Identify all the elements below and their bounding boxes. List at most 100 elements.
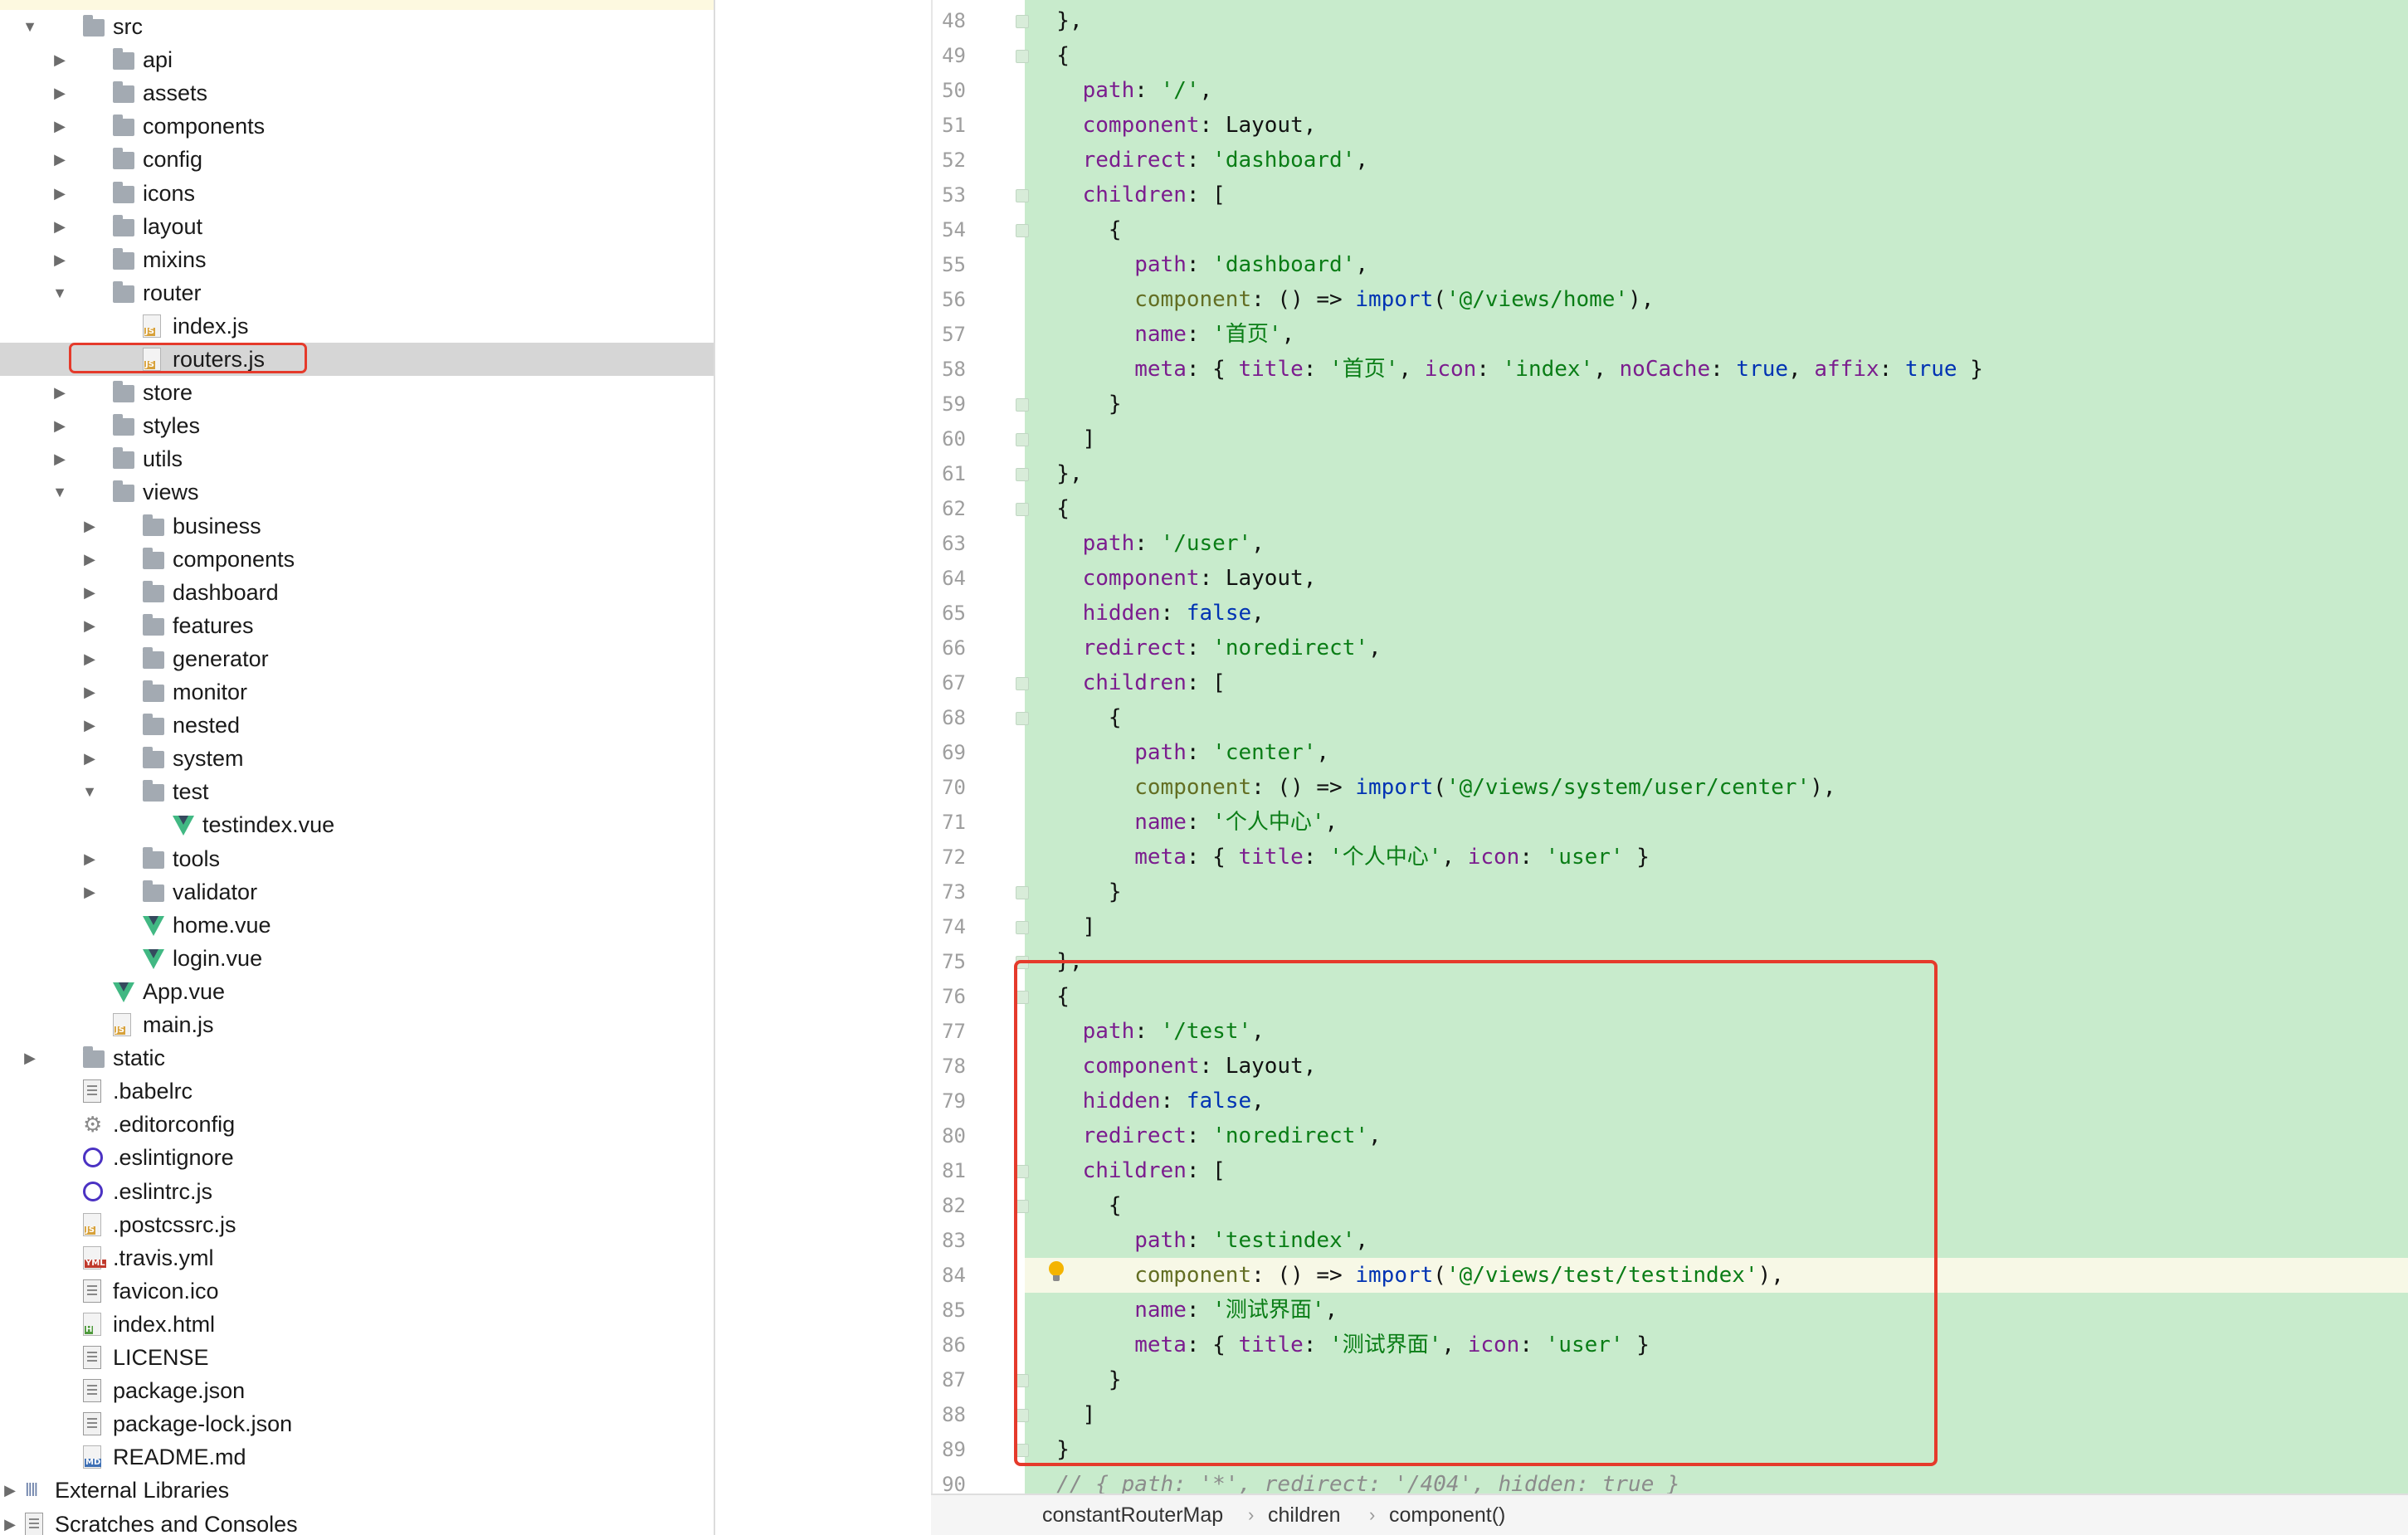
code-line[interactable]: { <box>1031 700 1122 735</box>
code-line[interactable]: component: Layout, <box>1031 108 1317 143</box>
fold-marker-icon[interactable] <box>1016 398 1029 412</box>
code-line[interactable]: name: '个人中心', <box>1031 805 1338 840</box>
chevron-right-icon[interactable]: ▶ <box>81 576 98 609</box>
tree-item-router[interactable]: ▼ router <box>0 276 714 309</box>
tree-item-config[interactable]: ▶ config <box>0 143 714 176</box>
tree-item-icons[interactable]: ▶ icons <box>0 177 714 210</box>
breadcrumb-item[interactable]: children <box>1268 1495 1341 1535</box>
chevron-right-icon[interactable]: ▶ <box>81 543 98 576</box>
code-line[interactable]: children: [ <box>1031 665 1226 700</box>
code-line[interactable]: meta: { title: '首页', icon: 'index', noCa… <box>1031 352 1983 387</box>
fold-marker-icon[interactable] <box>1016 921 1029 934</box>
chevron-down-icon[interactable]: ▼ <box>81 775 98 808</box>
tree-item-dashboard[interactable]: ▶ dashboard <box>0 576 714 609</box>
tree-item-monitor[interactable]: ▶ monitor <box>0 675 714 709</box>
chevron-right-icon[interactable]: ▶ <box>51 243 68 276</box>
tree-item-eslintignore[interactable]: .eslintignore <box>0 1141 714 1174</box>
tree-item-login-vue[interactable]: login.vue <box>0 942 714 975</box>
code-line[interactable]: hidden: false, <box>1031 596 1265 631</box>
chevron-right-icon[interactable]: ▶ <box>81 842 98 875</box>
breadcrumb-item[interactable]: constantRouterMap <box>1042 1495 1223 1535</box>
chevron-right-icon[interactable]: ▶ <box>51 43 68 76</box>
code-line[interactable]: path: 'center', <box>1031 735 1329 770</box>
tree-item-components[interactable]: ▶ components <box>0 543 714 576</box>
tree-item-main-js[interactable]: JS main.js <box>0 1008 714 1041</box>
tree-item-mixins[interactable]: ▶ mixins <box>0 243 714 276</box>
code-line[interactable]: path: 'dashboard', <box>1031 247 1368 282</box>
tree-item-src[interactable]: ▼ src <box>0 10 714 43</box>
chevron-right-icon[interactable]: ▶ <box>81 875 98 909</box>
code-line[interactable]: }, <box>1031 3 1082 38</box>
fold-marker-icon[interactable] <box>1016 224 1029 237</box>
chevron-right-icon[interactable]: ▶ <box>51 143 68 176</box>
chevron-right-icon[interactable]: ▶ <box>81 509 98 543</box>
tree-item-travis-yml[interactable]: YML .travis.yml <box>0 1241 714 1274</box>
tree-item-editorconfig[interactable]: ⚙ .editorconfig <box>0 1108 714 1141</box>
tree-item-views[interactable]: ▼ views <box>0 475 714 509</box>
code-line[interactable]: component: Layout, <box>1031 561 1317 596</box>
code-line[interactable]: path: '/', <box>1031 73 1213 108</box>
chevron-right-icon[interactable]: ▶ <box>22 1041 38 1074</box>
chevron-down-icon[interactable]: ▼ <box>22 10 38 43</box>
tree-item-static[interactable]: ▶ static <box>0 1041 714 1074</box>
tree-item-external-libraries[interactable]: ▶ ‖‖ External Libraries <box>0 1474 714 1507</box>
code-line[interactable]: { <box>1031 38 1070 73</box>
tree-item-eslintrc-js[interactable]: .eslintrc.js <box>0 1175 714 1208</box>
tree-item-assets[interactable]: ▶ assets <box>0 76 714 110</box>
tree-item-tools[interactable]: ▶ tools <box>0 842 714 875</box>
tree-item-app-vue[interactable]: App.vue <box>0 975 714 1008</box>
tree-item-layout[interactable]: ▶ layout <box>0 210 714 243</box>
chevron-down-icon[interactable]: ▼ <box>51 475 68 509</box>
chevron-right-icon[interactable]: ▶ <box>51 376 68 409</box>
code-line[interactable]: path: '/user', <box>1031 526 1265 561</box>
tree-item-nested[interactable]: ▶ nested <box>0 709 714 742</box>
code-line[interactable]: } <box>1031 875 1122 909</box>
tree-item-home-vue[interactable]: home.vue <box>0 909 714 942</box>
chevron-right-icon[interactable]: ▶ <box>81 709 98 742</box>
fold-marker-icon[interactable] <box>1016 189 1029 202</box>
tree-item-index-js[interactable]: JS index.js <box>0 309 714 343</box>
tree-item-system[interactable]: ▶ system <box>0 742 714 775</box>
chevron-right-icon[interactable]: ▶ <box>81 642 98 675</box>
tree-item-test[interactable]: ▼ test <box>0 775 714 808</box>
tree-item-scratches-and-consoles[interactable]: ▶ Scratches and Consoles <box>0 1508 714 1535</box>
code-line[interactable]: component: () => import('@/views/home'), <box>1031 282 1654 317</box>
tree-item-features[interactable]: ▶ features <box>0 609 714 642</box>
chevron-right-icon[interactable]: ▶ <box>51 442 68 475</box>
code-line[interactable]: redirect: 'noredirect', <box>1031 631 1382 665</box>
code-line[interactable]: children: [ <box>1031 178 1226 212</box>
fold-marker-icon[interactable] <box>1016 50 1029 63</box>
chevron-right-icon[interactable]: ▶ <box>51 177 68 210</box>
code-line[interactable]: name: '首页', <box>1031 317 1294 352</box>
code-line[interactable]: } <box>1031 387 1122 422</box>
code-line[interactable]: meta: { title: '个人中心', icon: 'user' } <box>1031 840 1650 875</box>
tree-item-validator[interactable]: ▶ validator <box>0 875 714 909</box>
tree-item-components[interactable]: ▶ components <box>0 110 714 143</box>
code-line[interactable]: component: () => import('@/views/system/… <box>1031 770 1835 805</box>
chevron-right-icon[interactable]: ▶ <box>2 1508 18 1535</box>
tree-item-testindex-vue[interactable]: testindex.vue <box>0 808 714 841</box>
chevron-right-icon[interactable]: ▶ <box>51 409 68 442</box>
breadcrumb-item[interactable]: component() <box>1389 1495 1505 1535</box>
tree-item-package-lock-json[interactable]: package-lock.json <box>0 1407 714 1440</box>
fold-marker-icon[interactable] <box>1016 712 1029 725</box>
chevron-right-icon[interactable]: ▶ <box>51 110 68 143</box>
tree-item-postcssrc-js[interactable]: JS .postcssrc.js <box>0 1208 714 1241</box>
code-line[interactable]: ] <box>1031 422 1096 456</box>
tree-item-styles[interactable]: ▶ styles <box>0 409 714 442</box>
code-line[interactable]: { <box>1031 491 1070 526</box>
tree-item-store[interactable]: ▶ store <box>0 376 714 409</box>
code-line[interactable]: }, <box>1031 456 1082 491</box>
tree-item-utils[interactable]: ▶ utils <box>0 442 714 475</box>
fold-marker-icon[interactable] <box>1016 886 1029 899</box>
tree-item-package-json[interactable]: package.json <box>0 1374 714 1407</box>
fold-marker-icon[interactable] <box>1016 433 1029 446</box>
tree-item-readme-md[interactable]: MD README.md <box>0 1440 714 1474</box>
chevron-right-icon[interactable]: ▶ <box>51 210 68 243</box>
code-line[interactable]: ] <box>1031 909 1096 944</box>
fold-marker-icon[interactable] <box>1016 503 1029 516</box>
tree-item-favicon-ico[interactable]: favicon.ico <box>0 1274 714 1308</box>
fold-marker-icon[interactable] <box>1016 468 1029 481</box>
tree-item-babelrc[interactable]: .babelrc <box>0 1074 714 1108</box>
chevron-right-icon[interactable]: ▶ <box>2 1474 18 1507</box>
